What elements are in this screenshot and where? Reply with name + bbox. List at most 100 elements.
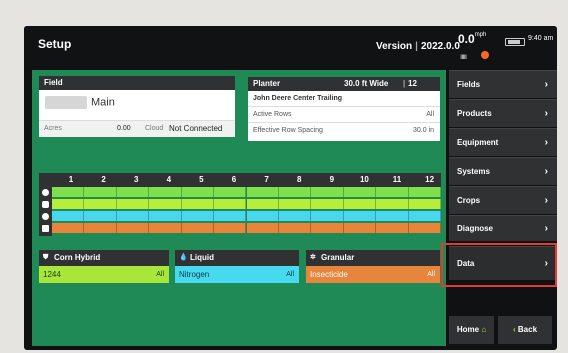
speed-unit: mph xyxy=(474,32,487,38)
product-header-label: Liquid xyxy=(190,253,214,262)
sidebar-nav: Fields › Products › Equipment › Systems › Cr… xyxy=(449,70,557,350)
row-cell xyxy=(52,199,85,209)
row-spacing-label: Effective Row Spacing xyxy=(253,127,323,134)
row-cell xyxy=(408,223,441,233)
row-cell xyxy=(376,187,409,197)
back-button[interactable]: ‹ Back xyxy=(498,316,552,344)
row-number: 11 xyxy=(392,175,402,184)
row-number: 6 xyxy=(231,175,237,184)
row-status-bar[interactable] xyxy=(52,199,441,209)
product-value: Nitrogen xyxy=(179,270,210,279)
main-content: Field Main Acres 0.00 Cloud Not Connecte… xyxy=(32,70,446,346)
row-cell xyxy=(343,199,377,209)
planter-header-label: Planter xyxy=(253,79,281,88)
planter-width: 30.0 ft Wide xyxy=(344,79,389,88)
row-cell xyxy=(84,223,117,233)
data-item-highlight-box xyxy=(441,243,557,287)
sidebar-item-label: Products xyxy=(457,109,492,118)
sidebar-item-label: Fields xyxy=(457,80,481,89)
sidebar-item-fields[interactable]: Fields › xyxy=(449,70,557,98)
version-info: Version | 2022.0.0 xyxy=(376,41,460,52)
row-cell xyxy=(278,199,312,209)
acres-label: Acres xyxy=(44,125,62,132)
granular-icon xyxy=(42,225,49,232)
row-number: 1 xyxy=(68,175,74,184)
sidebar-item-products[interactable]: Products › xyxy=(449,99,557,127)
product-value: 1244 xyxy=(43,270,61,279)
home-label: Home xyxy=(456,325,480,334)
droplet-icon: 💧 xyxy=(179,254,188,261)
row-cell xyxy=(52,211,85,221)
row-cell xyxy=(343,211,377,221)
acres-value: 0.00 xyxy=(117,125,131,132)
row-cell xyxy=(84,187,117,197)
row-cell xyxy=(116,199,150,209)
product-value-card[interactable]: 1244 All xyxy=(39,266,169,283)
row-status-bar[interactable] xyxy=(52,187,441,197)
sidebar-item-systems[interactable]: Systems › xyxy=(449,157,557,185)
product-header: 💧 Liquid xyxy=(175,250,299,266)
row-type-icons xyxy=(39,187,52,236)
field-details-row: Acres 0.00 Cloud Not Connected xyxy=(39,120,235,137)
row-spacing-value: 30.0 in xyxy=(412,127,434,134)
seed-icon: ⛊ xyxy=(43,254,49,261)
row-cell xyxy=(278,187,312,197)
field-name-label: Main xyxy=(91,96,115,109)
planter-card[interactable]: John Deere Center Trailing Active Rows A… xyxy=(248,91,440,141)
row-cell xyxy=(246,211,279,221)
sidebar-item-diagnose[interactable]: Diagnose › xyxy=(449,215,557,241)
row-cell xyxy=(246,199,279,209)
cloud-status: Not Connected xyxy=(169,124,223,133)
active-rows-label: Active Rows xyxy=(253,111,292,118)
row-cell xyxy=(214,223,247,233)
clock: 9:40 am xyxy=(528,35,554,42)
home-button[interactable]: Home ⌂ xyxy=(449,316,494,344)
row-cell xyxy=(408,199,441,209)
sidebar-item-equipment[interactable]: Equipment › xyxy=(449,128,557,156)
row-spacing-row: Effective Row Spacing 30.0 in xyxy=(248,123,440,139)
product-scope: All xyxy=(427,271,435,278)
field-card[interactable]: Main Acres 0.00 Cloud Not Connected xyxy=(39,90,235,137)
back-label: Back xyxy=(517,325,538,334)
row-number-header: 1 2 3 4 5 6 7 8 9 10 11 12 xyxy=(39,173,441,187)
field-panel-header: Field xyxy=(39,76,235,90)
row-cell xyxy=(214,211,247,221)
redacted-client-name xyxy=(45,96,87,109)
row-cell xyxy=(214,199,247,209)
field-name: Main xyxy=(45,96,115,109)
product-value: Insecticide xyxy=(310,270,348,279)
top-bar: Setup Version | 2022.0.0 0.0mph ııııı 9:40… xyxy=(24,26,557,68)
product-value-card[interactable]: Insecticide All xyxy=(306,266,440,283)
sidebar-item-label: Equipment xyxy=(457,138,499,147)
row-cell xyxy=(116,211,150,221)
sidebar-item-label: Systems xyxy=(457,167,490,176)
active-rows-row: Active Rows All xyxy=(248,107,440,123)
sidebar-item-crops[interactable]: Crops › xyxy=(449,186,557,214)
product-scope: All xyxy=(156,271,164,278)
row-number: 7 xyxy=(264,175,269,184)
row-cell xyxy=(181,187,215,197)
product-value-card[interactable]: Nitrogen All xyxy=(175,266,299,283)
product-header-label: Corn Hybrid xyxy=(54,253,101,262)
row-cell xyxy=(181,223,215,233)
display-screen: Setup Version | 2022.0.0 0.0mph ııııı 9:40… xyxy=(24,26,557,350)
row-status-bar[interactable] xyxy=(52,211,441,221)
row-cell xyxy=(311,211,344,221)
chevron-right-icon: › xyxy=(544,223,548,234)
row-cell xyxy=(376,199,409,209)
row-cell xyxy=(84,211,117,221)
chevron-right-icon: › xyxy=(544,195,548,206)
droplet-icon xyxy=(42,213,49,220)
row-cell xyxy=(52,223,85,233)
row-cell xyxy=(181,211,215,221)
cloud-label: Cloud xyxy=(145,125,164,132)
chevron-right-icon: › xyxy=(544,137,548,148)
speed-readout: 0.0mph xyxy=(458,32,486,46)
row-cell xyxy=(343,187,377,197)
page-title: Setup xyxy=(38,37,72,51)
field-header-label: Field xyxy=(44,78,63,87)
row-number: 5 xyxy=(199,175,204,184)
chevron-right-icon: › xyxy=(544,166,548,177)
speed-value: 0.0 xyxy=(458,32,475,46)
row-status-bar[interactable] xyxy=(52,223,441,233)
